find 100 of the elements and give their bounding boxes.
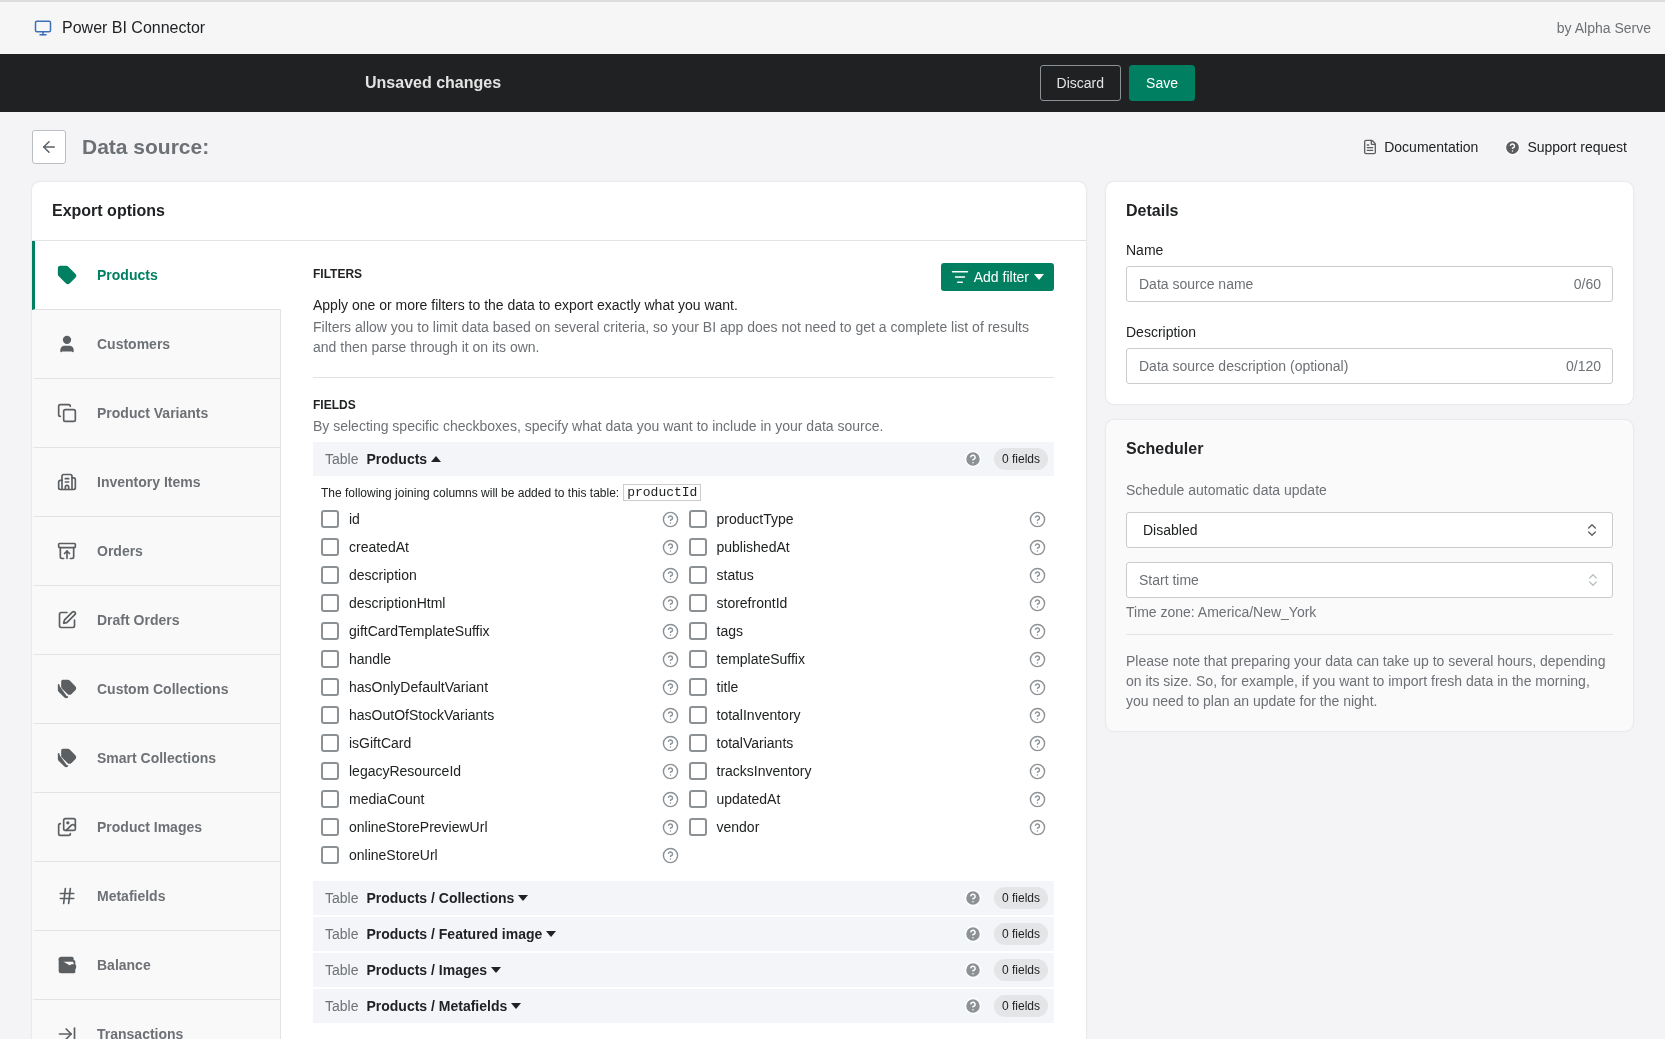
caret-icon (511, 1003, 522, 1009)
checkbox[interactable] (688, 650, 707, 668)
start-time-field[interactable]: Start time (1126, 562, 1613, 598)
images-icon (57, 817, 77, 837)
caret-icon (518, 895, 529, 901)
help-icon[interactable] (1029, 818, 1046, 836)
tag-icon (57, 265, 77, 285)
help-icon[interactable] (1029, 650, 1046, 668)
caret-icon (431, 456, 442, 462)
checkbox[interactable] (321, 762, 339, 780)
table-name[interactable]: Products (366, 451, 442, 467)
field-count: 0 fields (993, 995, 1048, 1017)
checkbox[interactable] (688, 818, 707, 836)
checkbox[interactable] (321, 622, 339, 640)
checkbox[interactable] (688, 566, 707, 584)
sidebar-item[interactable]: Custom Collections (32, 655, 281, 724)
field-name: updatedAt (716, 791, 782, 807)
field-name: isGiftCard (349, 735, 413, 751)
help-icon[interactable] (1029, 706, 1046, 724)
help-icon[interactable] (661, 818, 679, 836)
back-button[interactable] (32, 130, 66, 164)
sidebar-item[interactable]: Balance (32, 931, 281, 1000)
help-icon[interactable] (1029, 678, 1046, 696)
help-icon[interactable] (661, 762, 679, 780)
checkbox[interactable] (688, 734, 707, 752)
frequency-select[interactable]: Disabled (1126, 512, 1613, 548)
sidebar-item[interactable]: Orders (32, 517, 281, 586)
help-icon[interactable] (1029, 566, 1046, 584)
checkbox[interactable] (321, 566, 339, 584)
arrow-right-icon (57, 1024, 77, 1039)
table-name[interactable]: Products / Collections (366, 890, 529, 906)
sidebar-item[interactable]: Transactions (32, 1000, 281, 1039)
help-icon[interactable] (661, 734, 679, 752)
sidebar-item[interactable]: Product Images (32, 793, 281, 862)
help-icon[interactable] (1029, 594, 1046, 612)
help-icon[interactable] (661, 622, 679, 640)
help-icon[interactable] (661, 678, 679, 696)
checkbox[interactable] (321, 734, 339, 752)
discard-button[interactable]: Discard (1039, 65, 1122, 101)
field-name: onlineStorePreviewUrl (349, 819, 489, 835)
sidebar-item[interactable]: Customers (32, 310, 281, 379)
sidebar-item[interactable]: Draft Orders (32, 586, 281, 655)
checkbox[interactable] (321, 818, 339, 836)
help-icon[interactable] (661, 706, 679, 724)
download-box-icon (57, 541, 77, 561)
help-icon[interactable] (1029, 762, 1046, 780)
field-name: tags (716, 623, 744, 639)
checkbox[interactable] (688, 790, 707, 808)
checkbox[interactable] (321, 510, 339, 528)
help-icon[interactable] (1029, 790, 1046, 808)
sidebar-item[interactable]: Smart Collections (32, 724, 281, 793)
fields-hint: By selecting specific checkboxes, specify what data you want to include in your data source. (313, 417, 885, 436)
sidebar-item[interactable]: Inventory Items (32, 448, 281, 517)
field-name: title (716, 679, 740, 695)
add-filter-button[interactable]: Add filter (940, 263, 1054, 291)
table-name[interactable]: Products / Featured image (366, 926, 557, 942)
checkbox[interactable] (321, 650, 339, 668)
checkbox[interactable] (688, 678, 707, 696)
scheduler-note: Please note that preparing your data can take up to several hours, depending on its size. So, for example, if you want to import fresh data in the morning, you need to plan an update for the night. (1126, 634, 1613, 711)
table-name[interactable]: Products / Metafields (366, 998, 522, 1014)
help-icon[interactable] (661, 650, 679, 668)
checkbox[interactable] (688, 538, 707, 556)
edit-icon (57, 610, 77, 630)
checkbox[interactable] (688, 706, 707, 724)
help-icon (1504, 138, 1522, 156)
help-icon[interactable] (1029, 734, 1046, 752)
help-icon[interactable] (661, 594, 679, 612)
help-icon[interactable] (1029, 622, 1046, 640)
checkbox[interactable] (321, 846, 339, 864)
checkbox[interactable] (688, 622, 707, 640)
save-button[interactable]: Save (1129, 65, 1195, 101)
checkbox[interactable] (321, 790, 339, 808)
checkbox[interactable] (321, 538, 339, 556)
sidebar-item[interactable]: Product Variants (32, 379, 281, 448)
help-icon[interactable] (1029, 510, 1046, 528)
field-count: 0 fields (993, 923, 1048, 945)
joining-column: productId (623, 484, 702, 501)
checkbox[interactable] (321, 706, 339, 724)
help-icon[interactable] (661, 510, 679, 528)
help-icon[interactable] (661, 846, 679, 864)
help-icon[interactable] (661, 790, 679, 808)
documentation-link[interactable]: Documentation (1362, 138, 1479, 156)
monitor-icon (34, 19, 52, 37)
sidebar-item[interactable]: Products (32, 241, 281, 310)
table-name[interactable]: Products / Images (366, 962, 502, 978)
help-icon[interactable] (661, 566, 679, 584)
vendor-label: by Alpha Serve (1556, 20, 1651, 36)
support-link[interactable]: Support request (1504, 138, 1627, 156)
checkbox[interactable] (688, 510, 707, 528)
help-icon[interactable] (661, 538, 679, 556)
tags-icon (57, 748, 77, 768)
checkbox[interactable] (321, 678, 339, 696)
checkbox[interactable] (321, 594, 339, 612)
card-title: Scheduler (1126, 440, 1205, 458)
checkbox[interactable] (688, 594, 707, 612)
field-name: tracksInventory (716, 763, 813, 779)
field-name: createdAt (349, 539, 410, 555)
sidebar-item[interactable]: Metafields (32, 862, 281, 931)
checkbox[interactable] (688, 762, 707, 780)
help-icon[interactable] (1029, 538, 1046, 556)
